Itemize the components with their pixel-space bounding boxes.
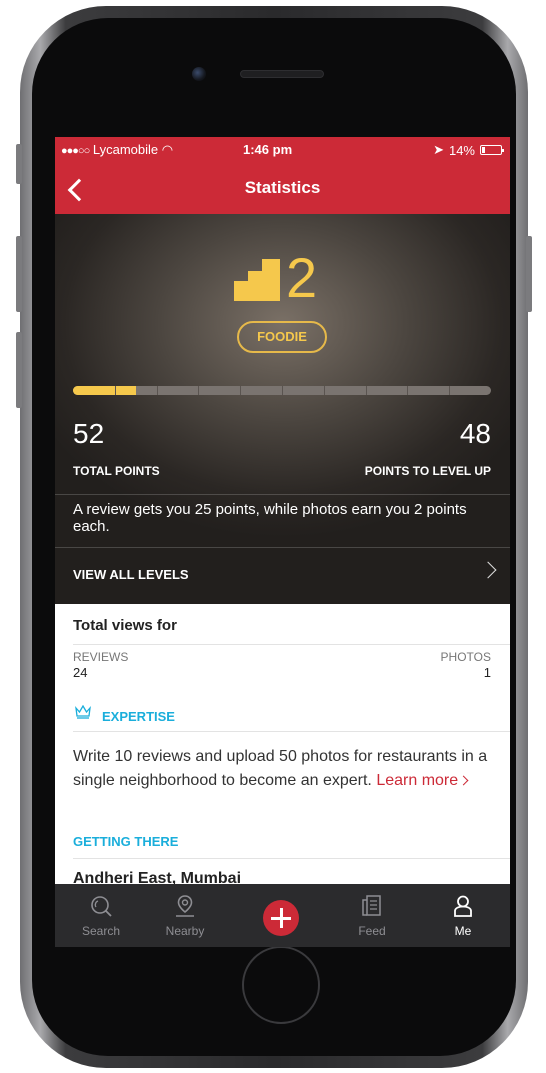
- level-steps-icon: [234, 259, 280, 301]
- progress-segment: [407, 386, 409, 395]
- divider: [55, 547, 510, 548]
- battery-percent: 14%: [448, 142, 475, 158]
- tab-me[interactable]: Me: [427, 884, 499, 947]
- reviews-label: REVIEWS: [73, 650, 129, 664]
- points-to-level-label: POINTS TO LEVEL UP: [364, 464, 491, 478]
- divider: [73, 644, 510, 645]
- tab-search-label: Search: [81, 924, 121, 938]
- level-hero: 2 FOODIE 52 48 TOTAL POINTS POINTS TO LE…: [55, 214, 510, 604]
- photos-label: PHOTOS: [440, 650, 491, 664]
- front-camera: [192, 67, 206, 81]
- chevron-right-icon[interactable]: [479, 561, 497, 579]
- battery-level: [482, 147, 485, 153]
- app-screen: ●●●○○ Lycamobile ◠ 1:46 pm ➤ 14% Statist…: [55, 137, 510, 947]
- points-to-level-value: 48: [459, 418, 491, 449]
- points-info: A review gets you 25 points, while photo…: [73, 501, 467, 535]
- divider: [55, 494, 510, 495]
- search-icon: [91, 896, 112, 917]
- tab-me-label: Me: [454, 924, 472, 938]
- tab-nearby-label: Nearby: [165, 924, 205, 938]
- battery-icon: [480, 145, 504, 155]
- reviews-value: 24: [73, 665, 88, 680]
- progress-segment: [114, 386, 116, 395]
- profile-icon: [454, 895, 472, 917]
- volume-up-button: [16, 236, 22, 312]
- level-number: 2: [286, 246, 318, 309]
- progress-segment: [323, 386, 325, 395]
- progress-segment: [449, 386, 451, 395]
- location-pin-icon: [176, 895, 194, 917]
- status-time: 1:46 pm: [243, 142, 293, 157]
- level-progress-fill: [73, 386, 136, 395]
- tab-search[interactable]: Search: [65, 884, 137, 947]
- status-bar: ●●●○○ Lycamobile ◠ 1:46 pm ➤ 14%: [55, 142, 510, 158]
- add-button[interactable]: [263, 900, 299, 936]
- header: ●●●○○ Lycamobile ◠ 1:46 pm ➤ 14% Statist…: [55, 137, 510, 214]
- views-title: Total views for: [73, 617, 177, 634]
- tab-feed[interactable]: Feed: [336, 884, 408, 947]
- total-points-value: 52: [73, 418, 105, 449]
- tab-nearby[interactable]: Nearby: [149, 884, 221, 947]
- page-title: Statistics: [244, 178, 321, 197]
- carrier: ●●●○○ Lycamobile ◠: [61, 142, 173, 158]
- learn-more-label: Learn more: [376, 772, 459, 789]
- stats-content: Total views for REVIEWS 24 PHOTOS 1 EXPE…: [55, 604, 510, 887]
- total-points-label: TOTAL POINTS: [73, 464, 160, 478]
- level-badge: FOODIE: [237, 321, 327, 353]
- crown-icon: [75, 705, 91, 719]
- location-arrow-icon: ➤: [433, 142, 444, 157]
- progress-segment: [240, 386, 242, 395]
- expertise-description: Write 10 reviews and upload 50 photos fo…: [73, 745, 498, 793]
- progress-segment: [198, 386, 200, 395]
- progress-segment: [365, 386, 367, 395]
- home-button[interactable]: [242, 946, 320, 1024]
- tab-feed-label: Feed: [358, 924, 386, 938]
- progress-segment: [156, 386, 158, 395]
- mute-switch: [16, 144, 22, 184]
- chevron-right-icon: [458, 775, 469, 786]
- signal-dots: ●●●○○: [61, 145, 90, 157]
- divider: [73, 731, 510, 732]
- divider: [73, 858, 510, 859]
- volume-down-button: [16, 332, 22, 408]
- feed-icon: [362, 895, 381, 916]
- power-button: [526, 236, 532, 312]
- getting-there-heading: GETTING THERE: [73, 834, 179, 849]
- status-right: ➤ 14%: [433, 142, 504, 158]
- view-all-levels-link[interactable]: VIEW ALL LEVELS: [73, 567, 189, 582]
- level-progress-bar: [73, 386, 491, 395]
- photos-value: 1: [483, 665, 491, 680]
- progress-segment: [282, 386, 283, 395]
- wifi-icon: ◠: [161, 142, 174, 157]
- tab-bar: Search Nearby Feed Me: [55, 884, 510, 947]
- earpiece-speaker: [240, 70, 324, 78]
- learn-more-link[interactable]: Learn more: [376, 772, 469, 789]
- carrier-name: Lycamobile: [92, 142, 159, 157]
- expertise-heading: EXPERTISE: [102, 709, 175, 724]
